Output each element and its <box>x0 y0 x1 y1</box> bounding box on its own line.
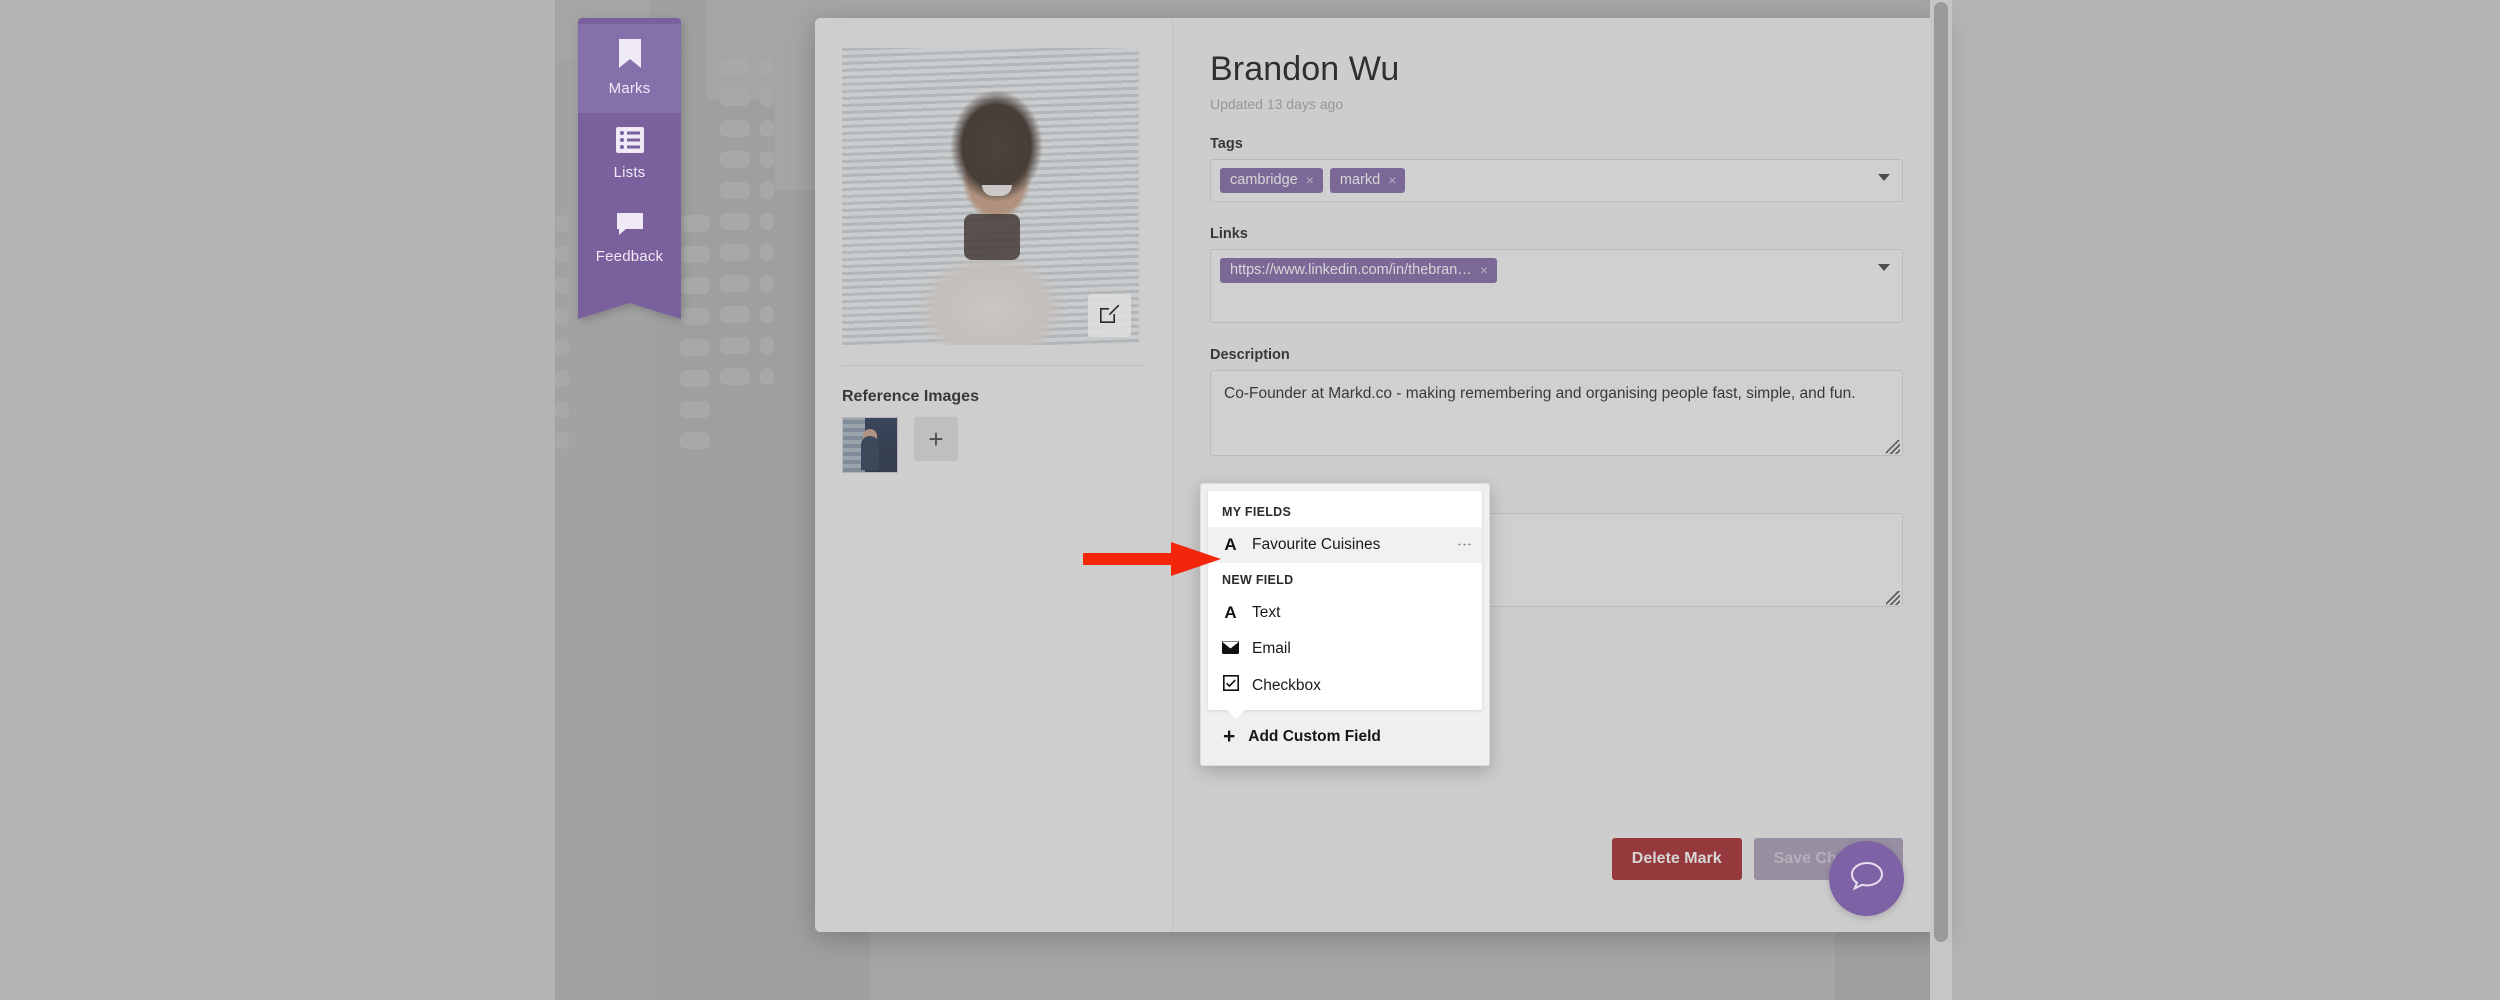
add-custom-field-label: Add Custom Field <box>1248 728 1381 746</box>
text-A-icon: A <box>1222 603 1239 623</box>
remove-tag-icon[interactable]: × <box>1306 172 1314 188</box>
sidebar-item-label: Marks <box>609 80 651 97</box>
reference-images-title: Reference Images <box>842 388 1145 406</box>
resize-handle[interactable] <box>1886 591 1900 605</box>
profile-photo <box>842 48 1139 345</box>
tags-label: Tags <box>1210 136 1903 152</box>
sidebar-item-label: Lists <box>614 164 646 181</box>
sidebar-item-label: Feedback <box>596 248 663 265</box>
reference-images-row: + <box>842 417 1145 473</box>
sidebar-item-marks[interactable]: Marks <box>578 24 681 113</box>
field-options-card: MY FIELDS A Favourite Cuisines ⋮ NEW FIE… <box>1208 491 1482 710</box>
edit-photo-button[interactable] <box>1088 294 1131 337</box>
text-A-icon: A <box>1222 535 1239 555</box>
reference-image-thumbnail[interactable] <box>842 417 898 473</box>
field-item-checkbox[interactable]: Checkbox <box>1208 667 1482 704</box>
remove-link-icon[interactable]: × <box>1480 262 1488 278</box>
checkbox-icon <box>1222 675 1239 696</box>
remove-tag-icon[interactable]: × <box>1388 172 1396 188</box>
description-textarea[interactable] <box>1210 370 1903 456</box>
field-item-label: Checkbox <box>1252 677 1321 695</box>
field-item-label: Email <box>1252 640 1291 658</box>
sidebar-item-feedback[interactable]: Feedback <box>578 197 681 281</box>
tag-chip[interactable]: markd × <box>1330 168 1405 193</box>
field-item-text[interactable]: A Text <box>1208 595 1482 631</box>
envelope-icon <box>1222 639 1239 659</box>
chat-bubble-icon <box>1849 860 1885 897</box>
tag-chip-label: markd <box>1340 172 1380 188</box>
plus-icon: + <box>1223 726 1235 747</box>
resize-handle[interactable] <box>1886 440 1900 454</box>
app-page: Marks Lists <box>0 0 2500 1000</box>
field-item-label: Text <box>1252 604 1280 622</box>
ribbon-nav: Marks Lists <box>578 18 681 319</box>
ribbon-tail <box>578 281 681 319</box>
scrollbar-thumb[interactable] <box>1934 2 1948 942</box>
tag-chip[interactable]: cambridge × <box>1220 168 1323 193</box>
tags-input[interactable]: cambridge × markd × <box>1210 159 1903 202</box>
sidebar-item-lists[interactable]: Lists <box>578 113 681 197</box>
chat-bubble-button[interactable] <box>1829 841 1904 916</box>
custom-field-popover: MY FIELDS A Favourite Cuisines ⋮ NEW FIE… <box>1200 483 1490 766</box>
chevron-down-icon[interactable] <box>1878 174 1890 181</box>
updated-timestamp: Updated 13 days ago <box>1210 96 1903 112</box>
page-title: Brandon Wu <box>1210 50 1903 89</box>
annotation-arrow <box>1083 542 1221 576</box>
more-options-icon[interactable]: ⋮ <box>1460 537 1469 553</box>
divider <box>842 365 1145 366</box>
my-fields-heading: MY FIELDS <box>1208 495 1482 527</box>
field-item-label: Favourite Cuisines <box>1252 536 1380 554</box>
field-item-email[interactable]: Email <box>1208 631 1482 667</box>
list-icon <box>616 127 644 158</box>
mark-media-column: Reference Images + <box>815 18 1173 932</box>
chat-icon <box>615 211 645 242</box>
links-label: Links <box>1210 226 1903 242</box>
edit-pencil-icon <box>1099 303 1120 329</box>
link-chip-label: https://www.linkedin.com/in/thebran… <box>1230 262 1472 278</box>
field-item-favourite-cuisines[interactable]: A Favourite Cuisines ⋮ <box>1208 527 1482 563</box>
mark-details-column: Brandon Wu Updated 13 days ago Tags camb… <box>1173 18 1945 932</box>
chevron-down-icon[interactable] <box>1878 264 1890 271</box>
new-field-heading: NEW FIELD <box>1208 563 1482 595</box>
mark-detail-modal: Reference Images + Brandon Wu Updated 13… <box>815 18 1945 932</box>
tag-chip-label: cambridge <box>1230 172 1298 188</box>
description-label: Description <box>1210 347 1903 363</box>
delete-mark-button[interactable]: Delete Mark <box>1612 838 1742 880</box>
link-chip[interactable]: https://www.linkedin.com/in/thebran… × <box>1220 258 1497 283</box>
add-reference-image-button[interactable]: + <box>914 417 958 461</box>
bookmark-icon <box>617 38 643 74</box>
links-input[interactable]: https://www.linkedin.com/in/thebran… × <box>1210 249 1903 323</box>
